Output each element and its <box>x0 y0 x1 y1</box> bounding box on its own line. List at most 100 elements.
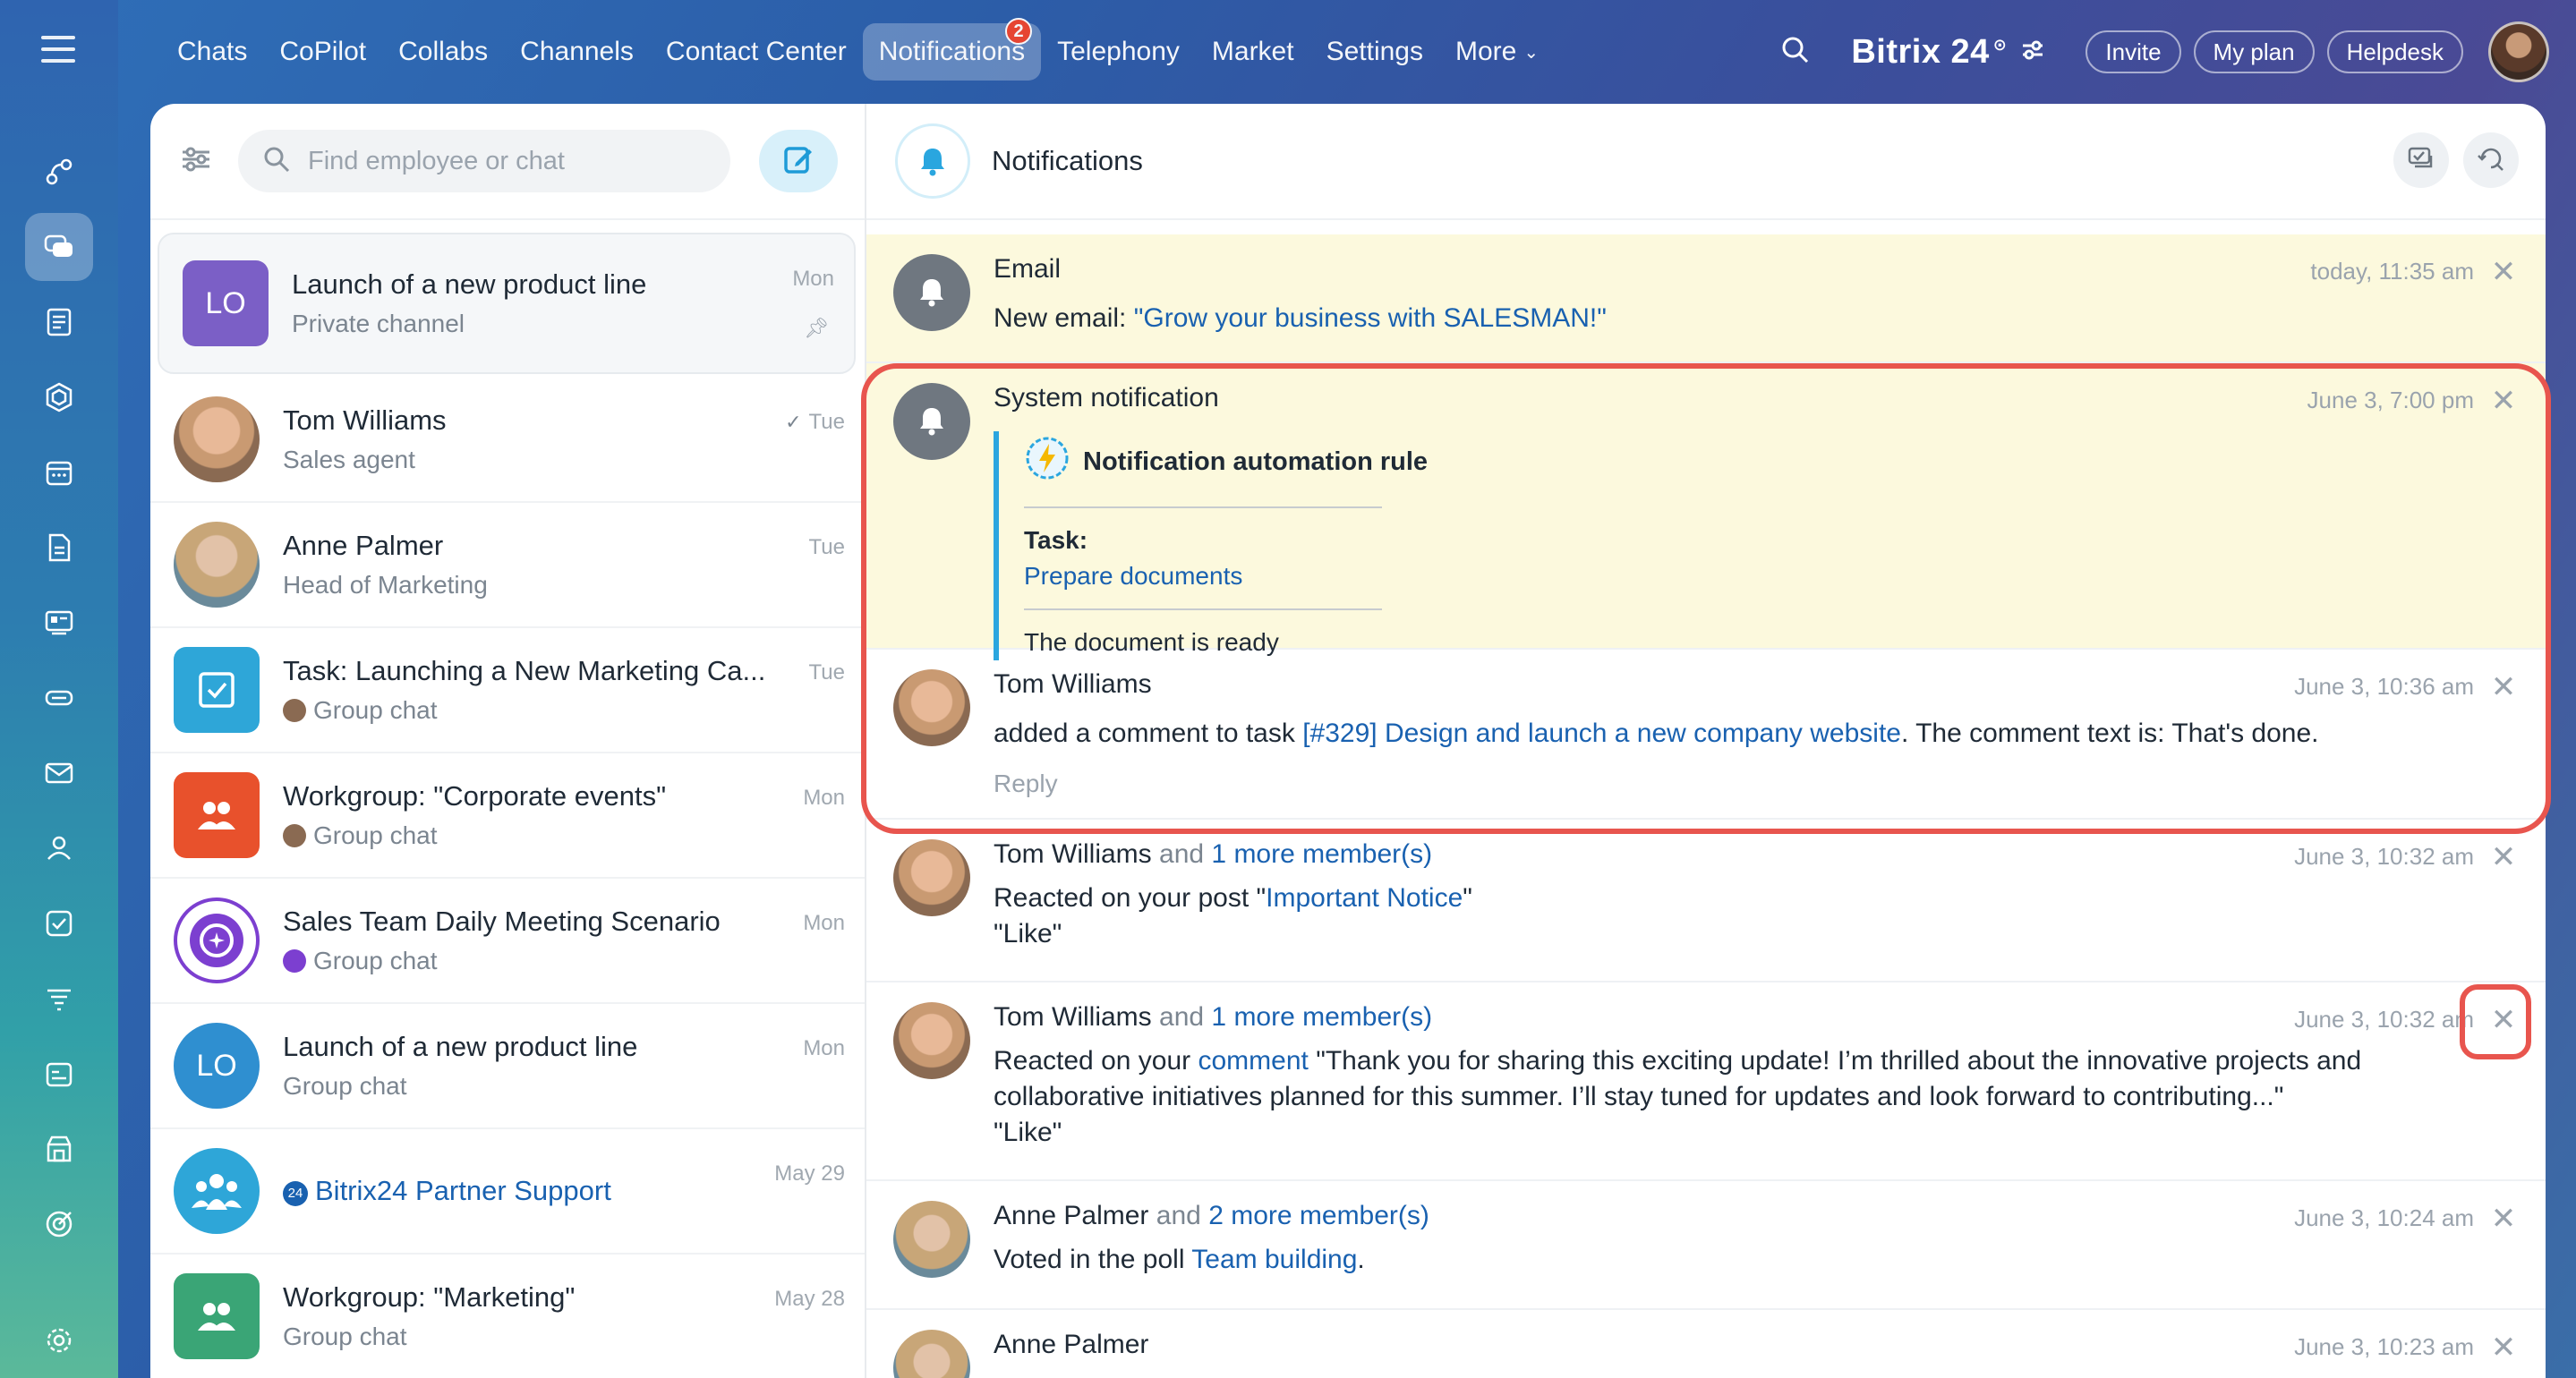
schedule-icon[interactable] <box>25 1040 93 1108</box>
more-members-link[interactable]: 2 more member(s) <box>1208 1201 1429 1230</box>
chat-item[interactable]: Anne Palmer Head of Marketing Tue <box>150 503 865 628</box>
tasks-icon[interactable] <box>25 889 93 957</box>
chat-date: Mon <box>803 911 845 935</box>
invite-button[interactable]: Invite <box>2086 30 2181 73</box>
task-link[interactable]: Prepare documents <box>1024 562 2474 591</box>
avatar: LO <box>183 260 269 346</box>
notifications-header: Notifications <box>866 104 2546 220</box>
comment-link[interactable]: comment <box>1198 1046 1308 1076</box>
user-avatar[interactable] <box>2488 21 2549 82</box>
chat-date: Mon <box>803 1036 845 1060</box>
nav-telephony[interactable]: Telephony <box>1041 23 1196 81</box>
notification-title: Tom Williams and 1 more member(s) <box>994 1002 1433 1032</box>
close-icon[interactable]: ✕ <box>2488 669 2519 705</box>
chat-item[interactable]: LO Launch of a new product line Private … <box>158 233 856 374</box>
crm-icon[interactable] <box>25 664 93 732</box>
sliders-icon[interactable] <box>2019 37 2046 68</box>
notification-date: today, 11:35 am <box>2310 258 2474 285</box>
search-input[interactable] <box>308 146 702 176</box>
mail-icon[interactable] <box>25 739 93 807</box>
bell-icon <box>895 123 970 199</box>
nav-market[interactable]: Market <box>1196 23 1310 81</box>
mark-read-button[interactable] <box>2393 132 2449 188</box>
close-icon[interactable]: ✕ <box>2488 839 2519 875</box>
close-icon[interactable]: ✕ <box>2488 1201 2519 1237</box>
helpdesk-button[interactable]: Helpdesk <box>2326 30 2463 73</box>
chats-icon[interactable] <box>25 213 93 281</box>
avatar <box>174 522 260 608</box>
nav-channels[interactable]: Channels <box>504 23 650 81</box>
task-avatar <box>174 647 260 733</box>
avatar <box>893 669 970 746</box>
more-members-link[interactable]: 1 more member(s) <box>1211 1002 1432 1032</box>
calendar-icon[interactable] <box>25 438 93 506</box>
chat-title: Anne Palmer <box>283 530 444 561</box>
document-icon[interactable] <box>25 514 93 582</box>
chat-item[interactable]: Sales Team Daily Meeting Scenario Group … <box>150 879 865 1004</box>
chat-item[interactable]: LO Launch of a new product line Group ch… <box>150 1004 865 1129</box>
email-link[interactable]: "Grow your business with SALESMAN!" <box>1134 303 1607 333</box>
search-field[interactable] <box>238 130 730 192</box>
nav-collabs[interactable]: Collabs <box>382 23 504 81</box>
employees-icon[interactable] <box>25 814 93 882</box>
task-link[interactable]: [#329] Design and launch a new company w… <box>1302 719 1901 748</box>
search-icon[interactable] <box>1779 34 1812 71</box>
copilot-icon[interactable] <box>25 138 93 206</box>
more-members-link[interactable]: 1 more member(s) <box>1211 839 1432 869</box>
new-chat-button[interactable] <box>759 130 838 192</box>
nav-contact-center[interactable]: Contact Center <box>650 23 863 81</box>
notifications-panel: Notifications Email New email: "Grow you… <box>865 104 2546 1378</box>
notification-attachment: Notification automation rule Task: Prepa… <box>994 431 2474 660</box>
menu-icon[interactable] <box>41 36 75 63</box>
mini-avatar <box>283 949 306 973</box>
notification-date: June 3, 7:00 pm <box>2307 387 2474 413</box>
nav-copilot[interactable]: CoPilot <box>263 23 382 81</box>
funnel-icon[interactable] <box>25 965 93 1033</box>
notification-title: Email <box>994 254 1062 284</box>
notification-item[interactable]: Anne Palmer and 2 more member(s) Voted i… <box>866 1181 2546 1310</box>
check-icon: ✓ <box>785 411 802 433</box>
nav-more[interactable]: More ⌄ <box>1439 23 1555 81</box>
nav-settings[interactable]: Settings <box>1310 23 1439 81</box>
left-sidebar <box>0 0 118 1378</box>
close-icon[interactable]: ✕ <box>2488 254 2519 290</box>
poll-link[interactable]: Team building <box>1191 1245 1357 1274</box>
feed-icon[interactable] <box>25 288 93 356</box>
notification-item[interactable]: Anne Palmer June 3, 10:23 am ✕ <box>866 1310 2546 1378</box>
top-navigation: Chats CoPilot Collabs Channels Contact C… <box>161 18 1555 86</box>
notification-title: Anne Palmer <box>994 1330 1149 1359</box>
notification-item[interactable]: Tom Williams and 1 more member(s) Reacte… <box>866 820 2546 982</box>
nav-more-label: More <box>1454 37 1517 66</box>
settings-gear-icon[interactable] <box>25 1306 93 1374</box>
support-avatar <box>174 1148 260 1234</box>
chat-item[interactable]: Workgroup: "Marketing" Group chat May 28 <box>150 1255 865 1378</box>
hexagon-icon[interactable] <box>25 363 93 431</box>
notification-item[interactable]: Tom Williams and 1 more member(s) Reacte… <box>866 982 2546 1181</box>
post-link[interactable]: Important Notice <box>1266 883 1463 913</box>
close-icon[interactable]: ✕ <box>2488 383 2519 419</box>
bell-avatar <box>893 383 970 460</box>
automation-icon <box>1024 435 1083 489</box>
store-icon[interactable] <box>25 1115 93 1183</box>
nav-chats[interactable]: Chats <box>161 23 263 81</box>
close-icon[interactable]: ✕ <box>2488 1002 2519 1038</box>
chat-item[interactable]: Task: Launching a New Marketing Ca... Gr… <box>150 628 865 753</box>
chat-item[interactable]: Workgroup: "Corporate events" Group chat… <box>150 753 865 879</box>
brand-logo[interactable]: Bitrix 24 ⊙ <box>1851 33 2007 72</box>
chat-item[interactable]: Tom Williams Sales agent ✓ Tue <box>150 378 865 503</box>
reply-link[interactable]: Reply <box>994 770 2474 798</box>
attachment-divider <box>1024 506 1382 508</box>
my-plan-button[interactable]: My plan <box>2193 30 2315 73</box>
nav-notifications[interactable]: Notifications 2 <box>862 18 1042 81</box>
chat-subtitle: Sales agent <box>283 446 415 473</box>
target-icon[interactable] <box>25 1190 93 1258</box>
close-icon[interactable]: ✕ <box>2488 1330 2519 1365</box>
chat-item[interactable]: 24 Bitrix24 Partner Support May 29 <box>150 1129 865 1255</box>
board-icon[interactable] <box>25 589 93 657</box>
notification-item[interactable]: Email New email: "Grow your business wit… <box>866 234 2546 363</box>
notification-item[interactable]: System notification Notification automat… <box>866 363 2546 660</box>
notification-item[interactable]: Tom Williams added a comment to task [#3… <box>866 650 2546 820</box>
search-history-button[interactable] <box>2463 132 2519 188</box>
filter-icon[interactable] <box>177 140 215 183</box>
notification-date: June 3, 10:24 am <box>2294 1204 2474 1231</box>
